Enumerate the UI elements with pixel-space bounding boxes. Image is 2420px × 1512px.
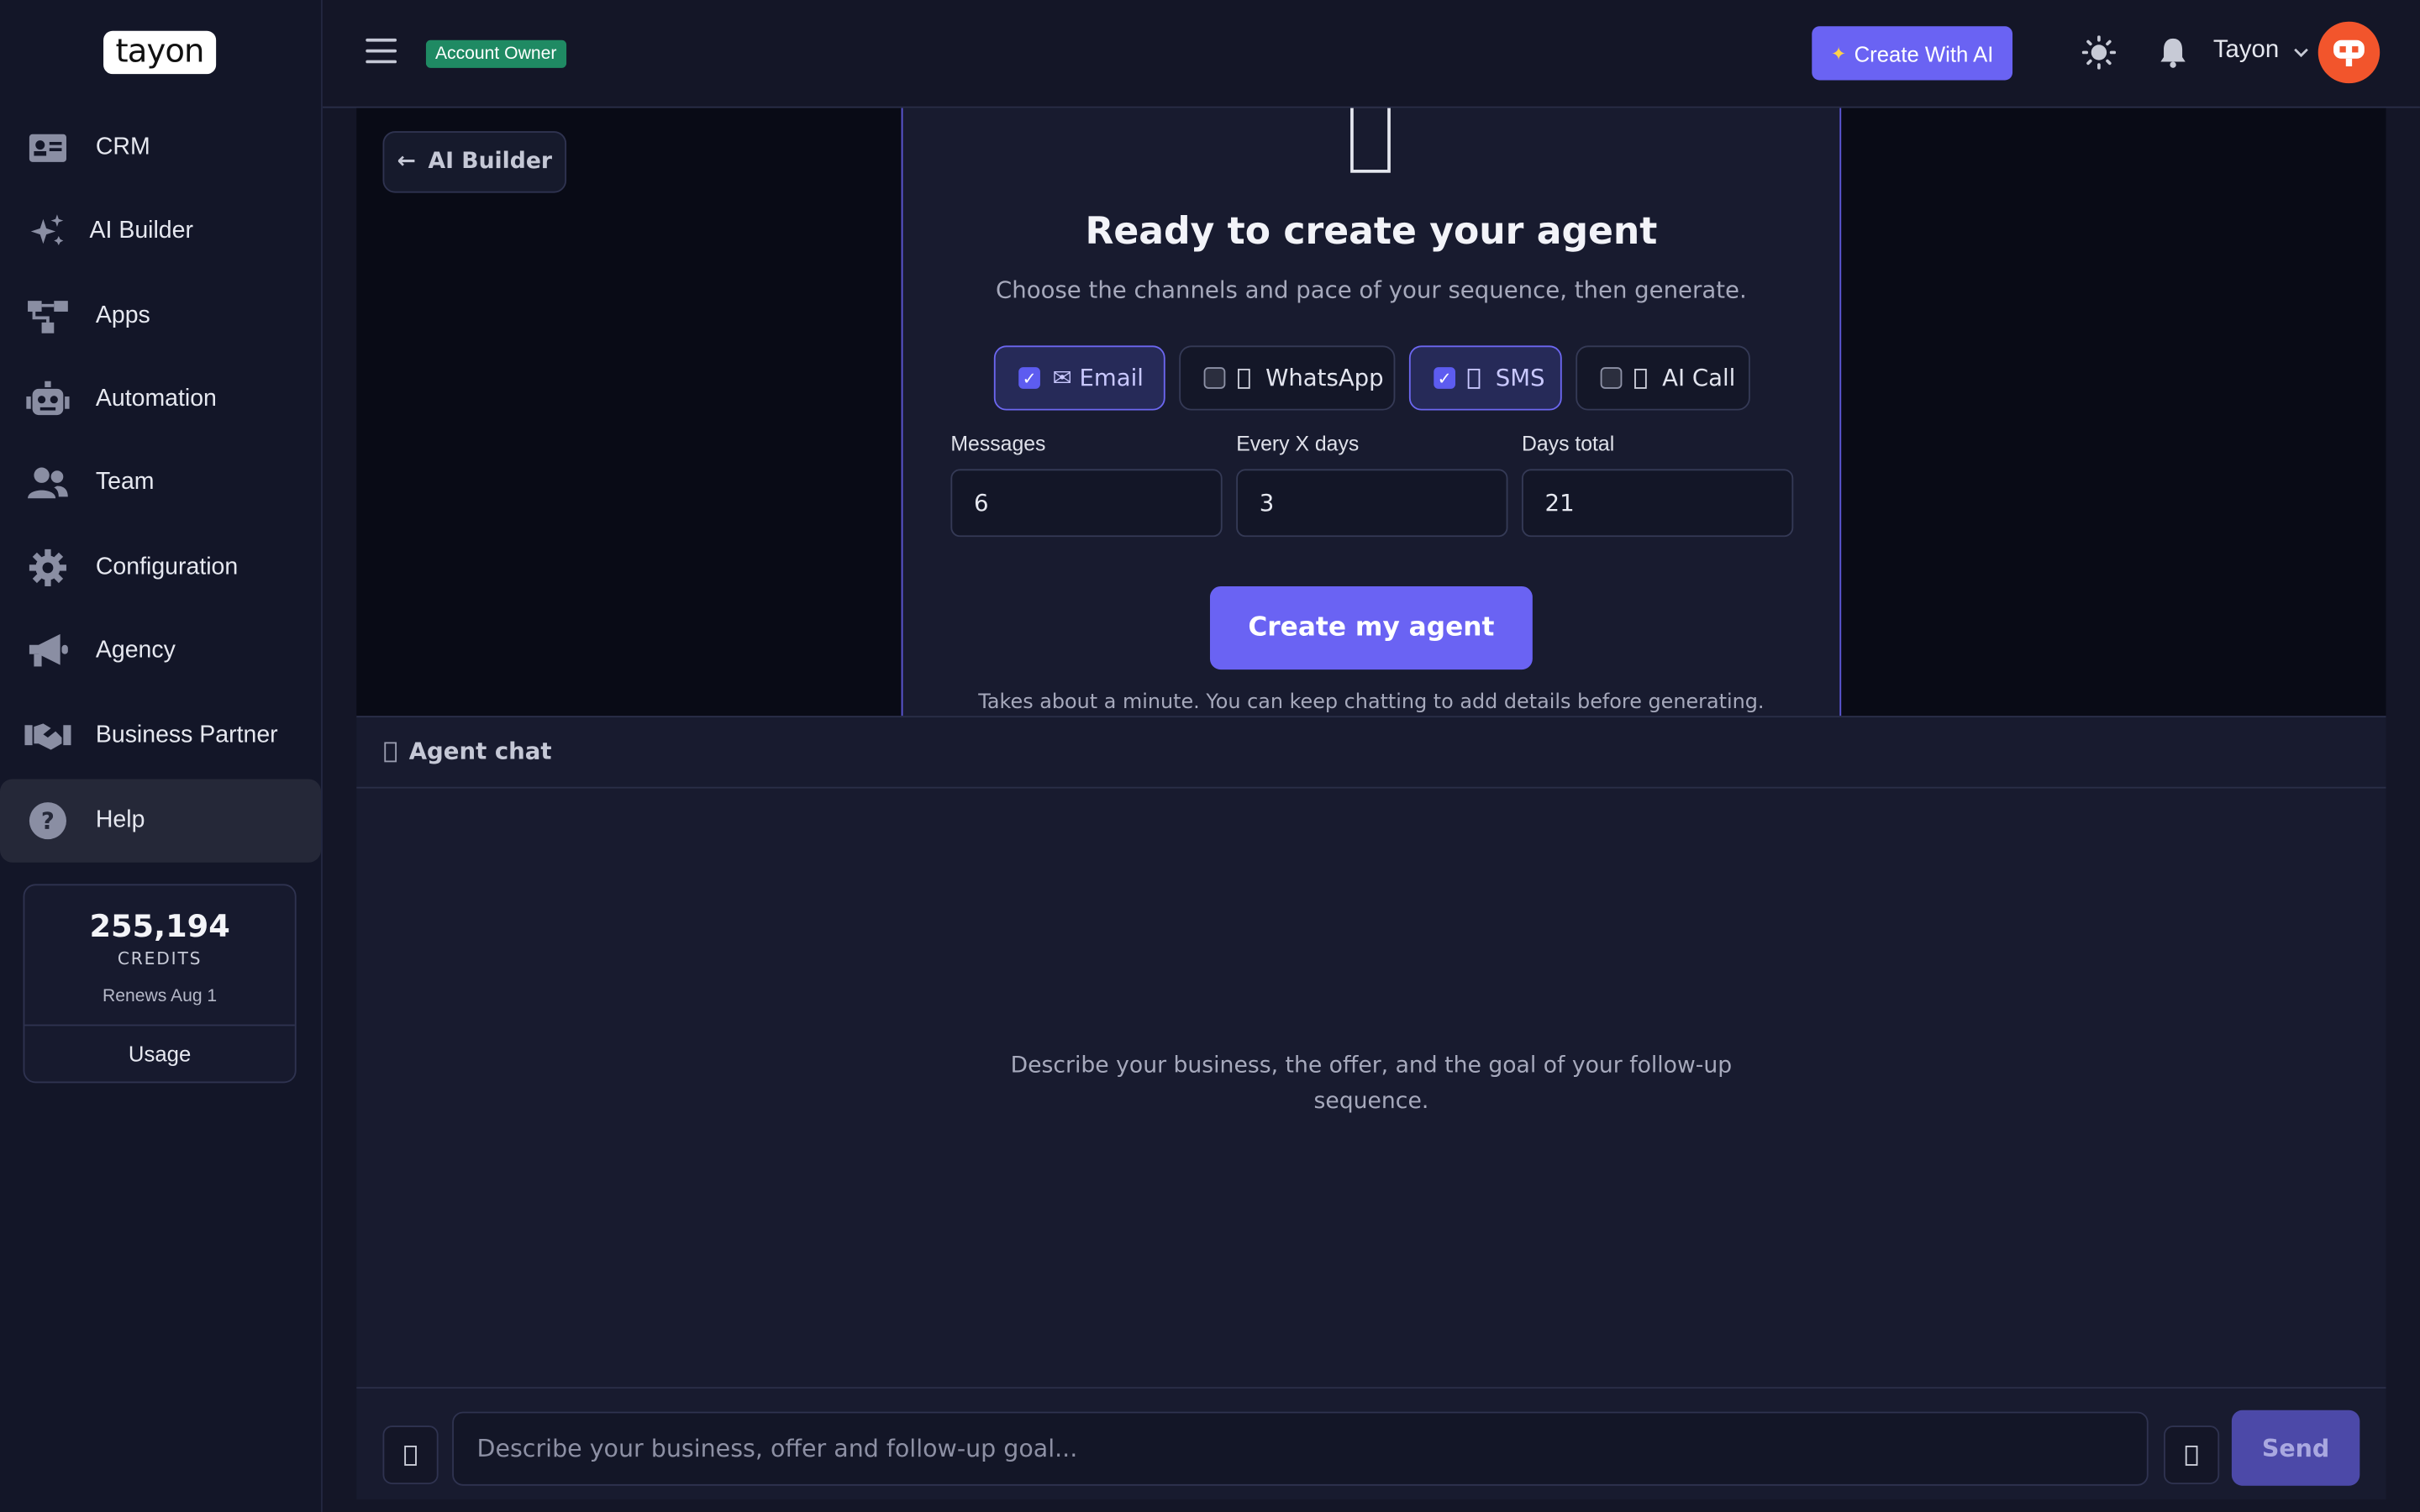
sidebar-item-label: Automation	[95, 386, 217, 412]
agent-chat-panel: Agent chat Describe your business, the o…	[356, 716, 2386, 1501]
back-label: AI Builder	[428, 150, 553, 175]
user-name[interactable]: Tayon	[2213, 37, 2279, 65]
microphone-icon[interactable]	[2164, 1425, 2220, 1484]
create-with-ai-label: Create With AI	[1854, 40, 1994, 66]
chat-input-row: Describe your business, offer and follow…	[356, 1387, 2386, 1501]
channel-sms-label: SMS	[1495, 364, 1545, 392]
sidebar-item-agency[interactable]: Agency	[0, 609, 321, 692]
sidebar-item-crm[interactable]: CRM	[0, 107, 321, 190]
days-total-input[interactable]: 21	[1521, 469, 1794, 538]
every-x-days-input[interactable]: 3	[1236, 469, 1508, 538]
bottom-gutter	[322, 1499, 2420, 1512]
credits-label: CREDITS	[117, 948, 203, 969]
main-content: ← AI Builder Ready to create your agent …	[356, 108, 2386, 717]
gear-icon	[24, 544, 71, 591]
sparkles-icon	[24, 208, 71, 255]
channel-ai-call-label: AI Call	[1662, 364, 1736, 392]
megaphone-icon	[24, 628, 71, 675]
sidebar-item-configuration[interactable]: Configuration	[0, 526, 321, 609]
chat-title: Agent chat	[408, 737, 552, 766]
usage-link[interactable]: Usage	[24, 1042, 294, 1066]
sidebar-item-label: Business Partner	[95, 722, 278, 748]
channel-whatsapp-toggle[interactable]: WhatsApp	[1179, 345, 1396, 411]
menu-icon[interactable]	[366, 38, 397, 66]
sidebar-item-business-partner[interactable]: Business Partner	[0, 695, 321, 778]
id-card-icon	[24, 125, 71, 171]
role-badge: Account Owner	[425, 39, 566, 68]
card-title: Ready to create your agent	[1085, 209, 1658, 254]
sidebar-item-label: Agency	[95, 637, 176, 664]
messages-input[interactable]: 6	[950, 469, 1223, 538]
generation-note: Takes about a minute. You can keep chatt…	[978, 690, 1765, 715]
create-agent-button[interactable]: Create my agent	[1209, 585, 1533, 670]
sidebar-item-label: Help	[95, 806, 145, 833]
credits-divider	[24, 1024, 295, 1026]
arrow-left-icon: ←	[397, 150, 416, 175]
chat-message-input[interactable]: Describe your business, offer and follow…	[452, 1411, 2149, 1486]
brand-logo[interactable]: tayon	[103, 30, 217, 75]
credits-card: 255,194 CREDITS Renews Aug 1 Usage	[23, 884, 297, 1084]
sidebar-item-label: Team	[95, 469, 155, 496]
send-button[interactable]: Send	[2231, 1410, 2360, 1486]
sitemap-icon	[24, 293, 71, 339]
chevron-down-icon[interactable]	[2293, 40, 2308, 62]
users-icon	[24, 459, 71, 506]
channel-email-toggle[interactable]: ✓ ✉ Email	[993, 345, 1165, 411]
card-subtitle: Choose the channels and pace of your seq…	[996, 276, 1747, 304]
sparkle-icon: ✦	[1830, 42, 1847, 65]
channel-whatsapp-label: WhatsApp	[1265, 364, 1384, 392]
channel-ai-call-toggle[interactable]: AI Call	[1576, 345, 1750, 411]
create-agent-card: Ready to create your agent Choose the ch…	[901, 108, 1842, 717]
sidebar-item-ai-builder[interactable]: AI Builder	[0, 190, 321, 273]
robot-icon	[24, 376, 71, 423]
agent-emoji-icon	[1350, 108, 1391, 173]
sidebar-item-team[interactable]: Team	[0, 441, 321, 524]
messages-label: Messages	[950, 432, 1046, 455]
sms-icon	[1467, 368, 1481, 388]
chat-header: Agent chat	[356, 717, 2386, 789]
channel-email-label: ✉ Email	[1052, 364, 1144, 392]
question-circle-icon: ?	[24, 798, 71, 844]
back-to-ai-builder-button[interactable]: ← AI Builder	[382, 131, 567, 193]
handshake-icon	[24, 713, 71, 759]
sidebar-item-apps[interactable]: Apps	[0, 275, 321, 358]
sidebar-item-label: CRM	[95, 134, 150, 161]
attach-icon[interactable]	[382, 1425, 439, 1484]
sidebar-item-label: Apps	[95, 302, 150, 329]
channel-sms-toggle[interactable]: ✓ SMS	[1408, 345, 1562, 411]
checkbox-checked-icon[interactable]: ✓	[1018, 367, 1040, 389]
bell-icon[interactable]	[2156, 35, 2190, 69]
top-bar: Account Owner ✦ Create With AI Tayon	[322, 0, 2420, 108]
sidebar-item-help[interactable]: ? Help	[0, 779, 322, 863]
sidebar-item-automation[interactable]: Automation	[0, 358, 321, 441]
sidebar-item-label: Configuration	[95, 554, 239, 580]
whatsapp-icon	[1238, 368, 1250, 388]
create-with-ai-button[interactable]: ✦ Create With AI	[1812, 26, 2013, 81]
avatar[interactable]	[2317, 21, 2381, 84]
theme-toggle-sun-icon[interactable]	[2081, 35, 2117, 70]
days-total-label: Days total	[1521, 432, 1615, 455]
checkbox-checked-icon[interactable]: ✓	[1434, 367, 1456, 389]
every-x-days-label: Every X days	[1236, 432, 1360, 455]
chat-icon	[384, 742, 397, 763]
checkbox-unchecked-icon[interactable]	[1203, 367, 1226, 389]
right-gutter	[2386, 108, 2420, 1512]
credits-renew-date: Renews Aug 1	[102, 987, 218, 1006]
sidebar-item-label: AI Builder	[89, 217, 193, 244]
credits-amount: 255,194	[89, 906, 230, 945]
svg-text:?: ?	[41, 807, 55, 834]
checkbox-unchecked-icon[interactable]	[1600, 367, 1623, 389]
sidebar: tayon CRM AI Builder Apps Automation Tea…	[0, 0, 323, 1512]
phone-icon	[1634, 368, 1647, 388]
chat-empty-state: Describe your business, the offer, and t…	[1010, 1053, 1733, 1115]
